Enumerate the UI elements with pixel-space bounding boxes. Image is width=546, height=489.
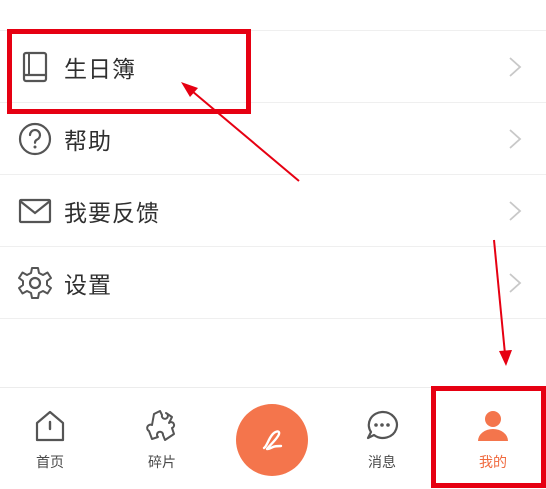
gear-icon (17, 265, 53, 301)
highlight-box-mine-tab (431, 386, 546, 488)
message-icon (364, 408, 400, 444)
write-icon (262, 430, 283, 451)
menu-item-label: 我要反馈 (64, 200, 160, 227)
menu-item-feedback[interactable]: 我要反馈 (0, 174, 546, 246)
screen: 生日簿 帮助 我要反馈 设置 首页 碎片 消息 我的 (0, 0, 546, 489)
tab-messages[interactable]: 消息 (332, 388, 432, 489)
help-icon (17, 121, 53, 157)
home-icon (32, 408, 68, 444)
menu-item-label: 帮助 (64, 128, 112, 155)
chevron-right-icon (508, 272, 522, 294)
mail-icon (17, 193, 53, 229)
puzzle-icon (144, 408, 180, 444)
arrow-head-icon (499, 350, 512, 366)
menu-item-settings[interactable]: 设置 (0, 246, 546, 318)
divider (0, 318, 546, 319)
tab-fragments[interactable]: 碎片 (112, 388, 212, 489)
chevron-right-icon (508, 128, 522, 150)
tab-home[interactable]: 首页 (0, 388, 100, 489)
highlight-box-birthday-book (7, 29, 251, 114)
tab-label: 消息 (368, 455, 396, 471)
tab-label: 首页 (36, 455, 64, 471)
write-button[interactable] (236, 404, 308, 476)
chevron-right-icon (508, 200, 522, 222)
menu-item-label: 设置 (64, 272, 112, 299)
tab-label: 碎片 (148, 455, 176, 471)
chevron-right-icon (508, 56, 522, 78)
